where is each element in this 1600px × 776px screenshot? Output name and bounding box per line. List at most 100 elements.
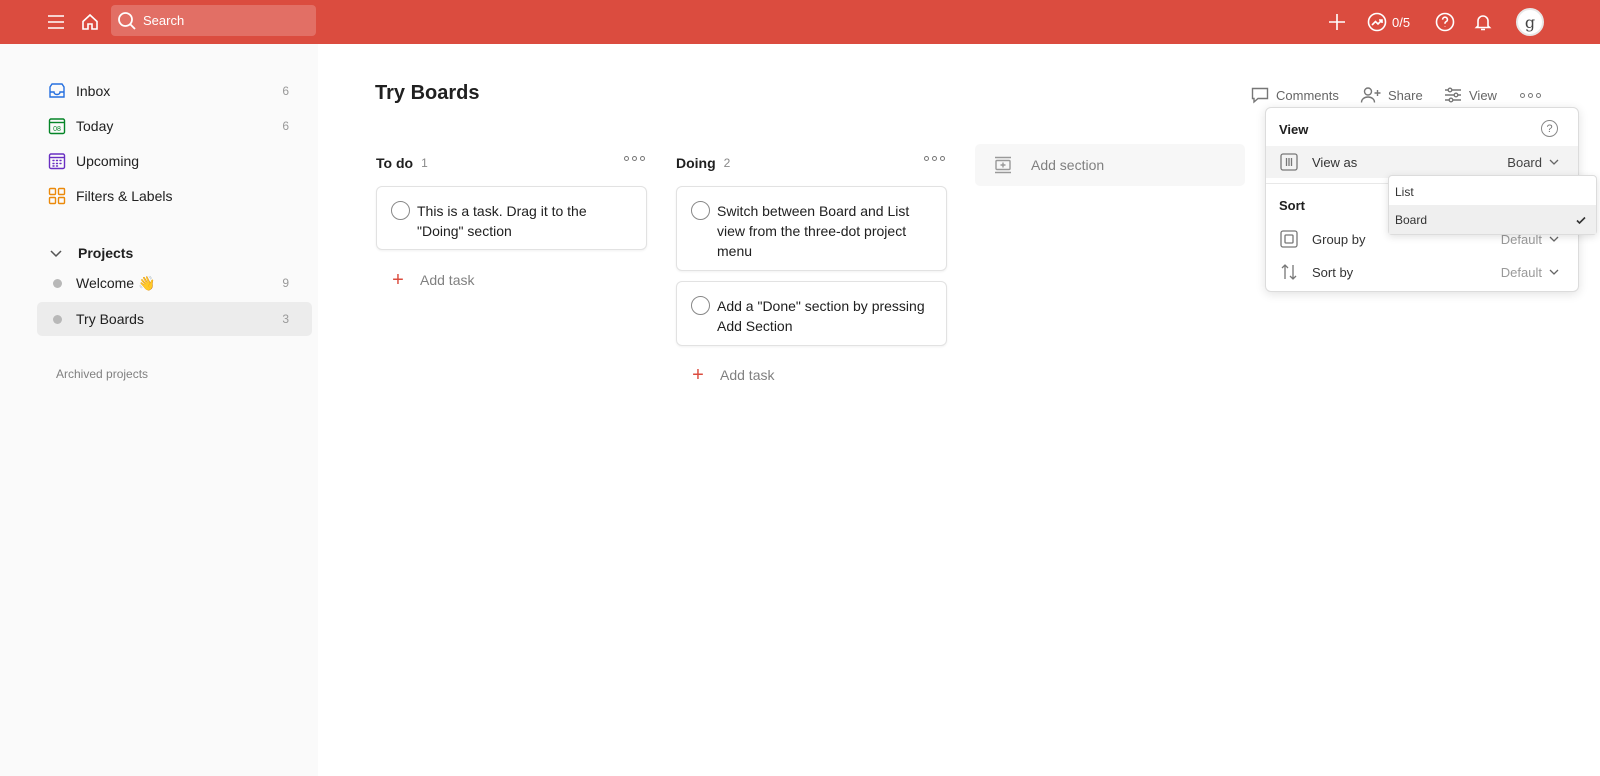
dropdown-option-board[interactable]: Board	[1389, 205, 1596, 234]
sidebar-item-label: Try Boards	[76, 311, 144, 327]
chevron-down-icon	[1549, 269, 1559, 275]
chevron-down-icon	[1549, 159, 1559, 165]
add-task-label: Add task	[720, 367, 775, 383]
view-as-row[interactable]: View as Board	[1266, 146, 1578, 178]
sidebar-item-try-boards[interactable]: Try Boards 3	[37, 302, 312, 336]
sidebar-item-label: Welcome 👋	[76, 274, 156, 291]
home-icon[interactable]	[75, 7, 105, 37]
task-card[interactable]: Switch between Board and List view from …	[676, 186, 947, 271]
view-as-value: Board	[1507, 154, 1542, 170]
add-section-icon	[995, 156, 1011, 174]
sidebar-item-label: Inbox	[76, 83, 111, 99]
view-button[interactable]: View	[1443, 84, 1497, 106]
sidebar-item-count: 3	[282, 312, 289, 326]
section-count: 2	[723, 156, 731, 170]
menu-icon[interactable]	[41, 7, 71, 37]
view-label: View	[1469, 87, 1497, 103]
add-person-icon	[1360, 87, 1381, 103]
sidebar-item-upcoming[interactable]: Upcoming	[37, 144, 312, 178]
sidebar-item-filters-labels[interactable]: Filters & Labels	[37, 179, 312, 213]
add-task-icon[interactable]	[1322, 7, 1352, 37]
sort-by-label: Sort by	[1312, 264, 1354, 280]
task-content: This is a task. Drag it to the "Doing" s…	[417, 203, 587, 239]
help-icon[interactable]	[1430, 7, 1460, 37]
sidebar-item-inbox[interactable]: Inbox 6	[37, 74, 312, 108]
sidebar: Inbox 6 08 Today 6 Upcoming Filters & La…	[0, 44, 318, 776]
view-as-label: View as	[1312, 154, 1358, 170]
add-section-button[interactable]: Add section	[975, 144, 1245, 186]
sidebar-item-label: Filters & Labels	[76, 188, 173, 204]
sort-arrows-icon	[1281, 264, 1297, 280]
sidebar-item-count: 6	[282, 119, 289, 133]
more-icon	[624, 156, 645, 161]
view-as-dropdown: List Board	[1388, 175, 1597, 235]
comment-icon	[1251, 87, 1269, 104]
section-name: To do	[376, 155, 414, 171]
dropdown-option-list[interactable]: List	[1389, 177, 1596, 206]
more-icon	[924, 156, 945, 161]
group-icon	[1280, 230, 1298, 248]
calendar-today-icon: 08	[47, 116, 67, 136]
sidebar-item-welcome[interactable]: Welcome 👋 9	[37, 266, 312, 300]
comments-label: Comments	[1276, 87, 1339, 103]
sidebar-item-today[interactable]: 08 Today 6	[37, 109, 312, 143]
task-checkbox[interactable]	[391, 201, 410, 220]
top-bar: Search 0/5 g	[0, 0, 1600, 44]
add-task-button[interactable]: + Add task	[390, 269, 474, 291]
task-content: Switch between Board and List view from …	[717, 203, 910, 259]
plus-icon: +	[692, 364, 704, 386]
sort-section-title: Sort	[1279, 198, 1305, 213]
checkmark-icon	[1576, 216, 1586, 224]
section-header-doing: Doing 2	[676, 152, 730, 174]
calendar-upcoming-icon	[47, 151, 67, 171]
board-layout-icon	[1280, 153, 1298, 171]
projects-label: Projects	[78, 245, 134, 261]
task-card[interactable]: Add a "Done" section by pressing Add Sec…	[676, 281, 947, 346]
view-as-select[interactable]: Board	[1507, 155, 1560, 170]
group-by-label: Group by	[1312, 231, 1366, 247]
sort-by-row[interactable]: Sort by Default	[1266, 256, 1578, 288]
search-placeholder: Search	[143, 13, 185, 28]
sidebar-item-label: Today	[76, 118, 114, 134]
option-label: Board	[1395, 212, 1428, 227]
project-dot-icon	[47, 273, 67, 293]
sidebar-item-label: Upcoming	[76, 153, 140, 169]
projects-header[interactable]: Projects	[37, 236, 133, 270]
comments-button[interactable]: Comments	[1250, 84, 1339, 106]
chevron-down-icon	[50, 250, 62, 258]
task-content: Add a "Done" section by pressing Add Sec…	[717, 298, 925, 334]
sort-by-select[interactable]: Default	[1501, 265, 1560, 280]
sidebar-item-count: 9	[282, 276, 289, 290]
search-input[interactable]: Search	[111, 5, 316, 36]
productivity-button[interactable]: 0/5	[1367, 9, 1410, 35]
section-more-button[interactable]	[624, 156, 645, 161]
section-count: 1	[421, 156, 428, 170]
help-icon[interactable]: ?	[1541, 120, 1558, 137]
option-label: List	[1395, 184, 1414, 199]
karma-count: 0/5	[1392, 14, 1411, 30]
section-header-todo: To do 1	[376, 152, 428, 174]
sliders-icon	[1445, 87, 1461, 103]
avatar[interactable]: g	[1516, 8, 1544, 36]
section-more-button[interactable]	[924, 156, 945, 161]
sidebar-item-count: 6	[282, 84, 289, 98]
archived-projects-link[interactable]: Archived projects	[56, 367, 148, 381]
add-section-label: Add section	[1031, 157, 1105, 173]
add-task-button[interactable]: + Add task	[690, 364, 774, 386]
sort-by-value: Default	[1500, 264, 1542, 280]
search-icon	[118, 11, 136, 30]
section-name: Doing	[676, 155, 716, 171]
share-button[interactable]: Share	[1360, 84, 1423, 106]
task-checkbox[interactable]	[691, 296, 710, 315]
bell-icon[interactable]	[1468, 7, 1498, 37]
trend-icon	[1367, 12, 1387, 32]
popover-title: View	[1279, 122, 1309, 137]
svg-text:08: 08	[53, 126, 61, 133]
task-checkbox[interactable]	[691, 201, 710, 220]
task-card[interactable]: This is a task. Drag it to the "Doing" s…	[376, 186, 647, 250]
page-title: Try Boards	[375, 82, 480, 104]
more-options-button[interactable]	[1520, 84, 1541, 106]
plus-icon: +	[392, 269, 404, 291]
add-task-label: Add task	[420, 272, 475, 288]
filters-grid-icon	[47, 186, 67, 206]
